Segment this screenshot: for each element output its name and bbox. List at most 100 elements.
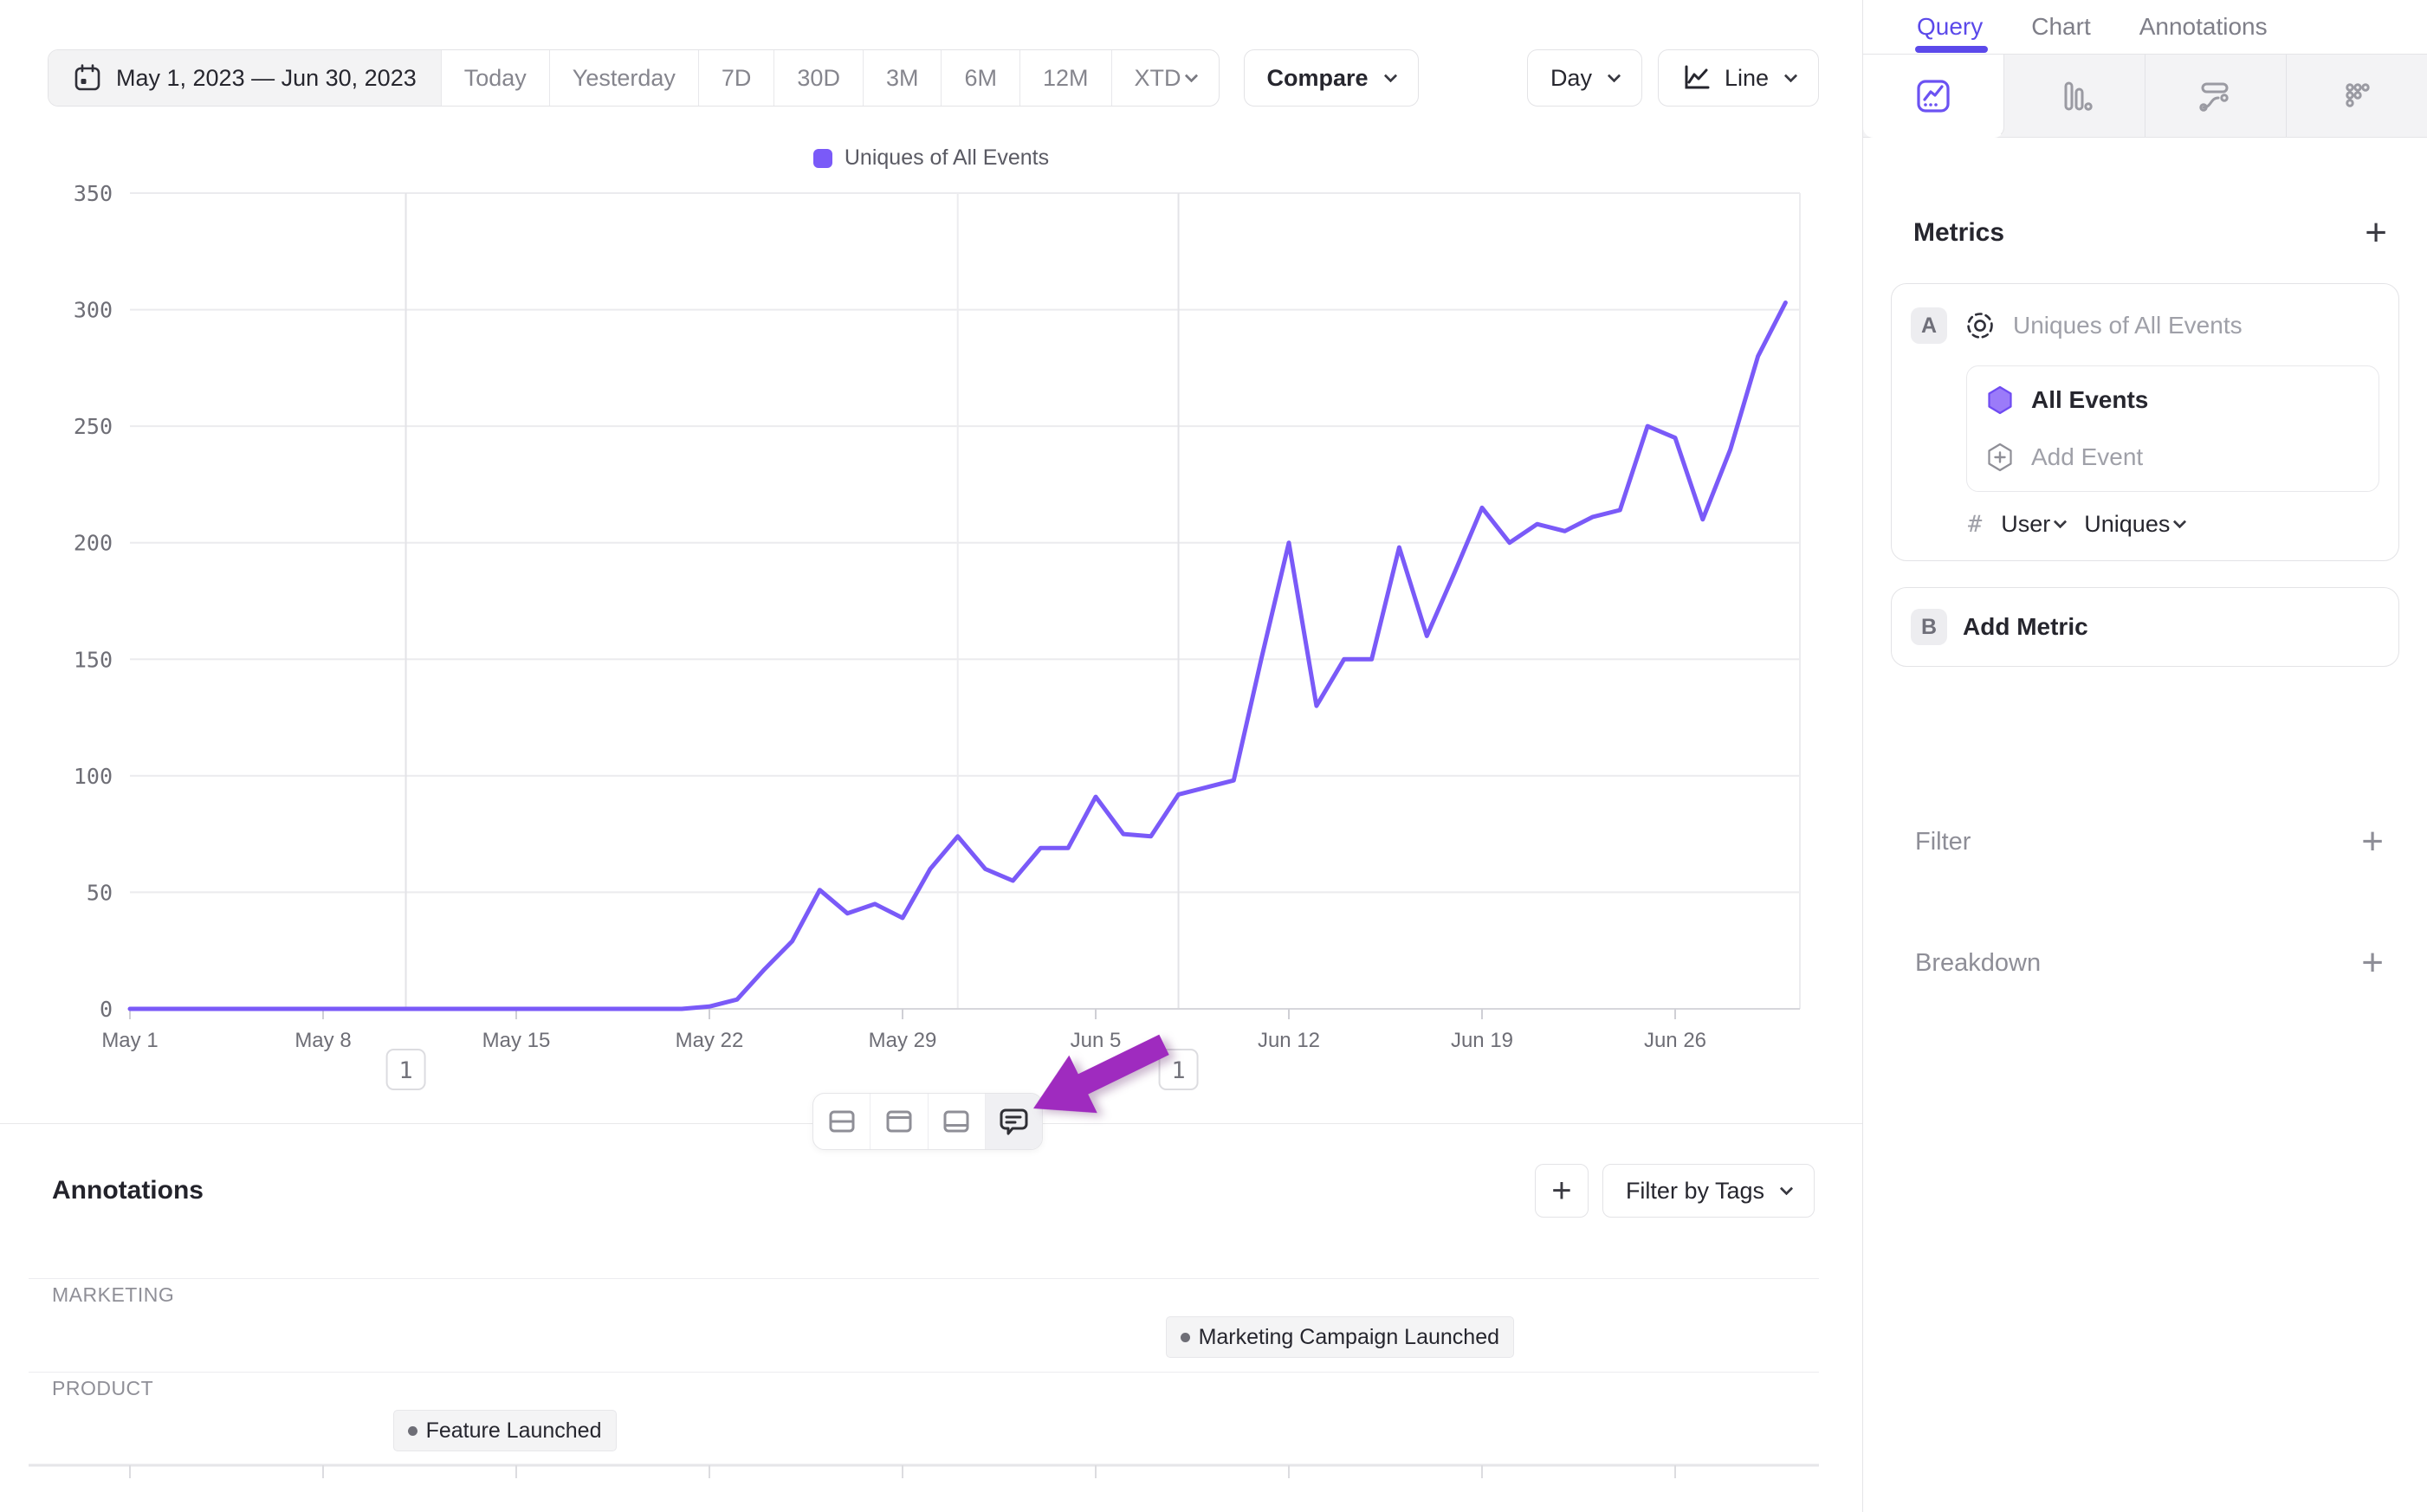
add-metric-label: Add Metric (1963, 613, 2088, 641)
tab-annotations[interactable]: Annotations (2139, 13, 2268, 41)
event-hexagon-icon (1984, 384, 2016, 416)
granularity-dropdown[interactable]: Day (1527, 49, 1642, 107)
preset-yesterday[interactable]: Yesterday (549, 50, 698, 106)
svg-text:May 1: May 1 (101, 1029, 158, 1052)
layout-bottom-panel-icon (939, 1104, 974, 1139)
metric-name: Uniques of All Events (2013, 312, 2243, 339)
event-card: All Events Add Event (1966, 365, 2379, 492)
preset-xtd-dropdown[interactable]: XTD (1111, 50, 1219, 106)
add-filter-plus-icon[interactable]: + (2361, 823, 2384, 861)
add-event-hexagon-icon (1984, 442, 2016, 473)
view-tab-insights[interactable] (1863, 55, 2004, 138)
annotation-dot-icon (1181, 1333, 1190, 1342)
annotations-title: Annotations (52, 1176, 204, 1205)
query-panel: Metrics + A Uniques of All Events All Ev… (1863, 138, 2427, 982)
chevron-down-icon (1383, 68, 1397, 82)
insights-chart-icon (1913, 76, 1953, 116)
layout-toolbar (812, 1093, 1043, 1150)
legend-label: Uniques of All Events (845, 145, 1049, 171)
compare-label: Compare (1267, 65, 1369, 92)
metric-card-b-add[interactable]: B Add Metric (1891, 587, 2399, 667)
metric-letter-badge: A (1911, 307, 1947, 344)
layout-top-panel-icon (882, 1104, 916, 1139)
preset-7d[interactable]: 7D (698, 50, 774, 106)
svg-text:50: 50 (87, 880, 113, 905)
chart-legend[interactable]: Uniques of All Events (0, 145, 1862, 171)
metric-card-a[interactable]: A Uniques of All Events All Events (1891, 283, 2399, 561)
calendar-icon (73, 63, 102, 93)
lane-divider (29, 1372, 1819, 1373)
metric-letter-badge: B (1911, 609, 1947, 645)
chart-toolbar: May 1, 2023 — Jun 30, 2023 Today Yesterd… (48, 49, 1819, 107)
report-main: 050100150200250300350May 1May 8May 15May… (0, 0, 1862, 1512)
svg-text:May 8: May 8 (294, 1029, 351, 1052)
svg-text:May 22: May 22 (676, 1029, 744, 1052)
layout-bottom-panel-button[interactable] (928, 1094, 985, 1149)
svg-text:May 15: May 15 (482, 1029, 551, 1052)
lane-label-product: PRODUCT (52, 1377, 153, 1400)
preset-6m[interactable]: 6M (941, 50, 1019, 106)
layout-split-horizontal-icon (825, 1104, 859, 1139)
annotations-header: Annotations + Filter by Tags (52, 1164, 1815, 1218)
event-row-add-event[interactable]: Add Event (1984, 429, 2361, 486)
breakdown-label: Breakdown (1915, 949, 2041, 978)
flows-icon (2196, 76, 2236, 116)
event-row-all-events[interactable]: All Events (1984, 372, 2361, 429)
agg-entity-dropdown[interactable]: User (2001, 511, 2065, 538)
view-tab-retention[interactable] (2286, 55, 2427, 137)
agg-entity-label: User (2001, 511, 2050, 538)
layout-split-horizontal-button[interactable] (813, 1094, 870, 1149)
chevron-down-icon (1780, 1181, 1794, 1195)
hash-icon: # (1968, 511, 1982, 538)
query-sidebar: Query Chart Annotations (1862, 0, 2427, 1512)
chart-display-controls: Day Line (1527, 49, 1819, 107)
chevron-down-icon (2173, 515, 2187, 529)
layout-top-panel-button[interactable] (870, 1094, 927, 1149)
add-event-label: Add Event (2031, 443, 2143, 471)
filter-by-tags-label: Filter by Tags (1626, 1178, 1764, 1205)
add-annotation-button[interactable]: + (1535, 1164, 1589, 1218)
preset-12m[interactable]: 12M (1019, 50, 1111, 106)
svg-text:May 29: May 29 (869, 1029, 937, 1052)
date-range-group: May 1, 2023 — Jun 30, 2023 Today Yesterd… (48, 49, 1220, 107)
add-breakdown-plus-icon[interactable]: + (2361, 944, 2384, 982)
line-chart-icon (1681, 62, 1712, 94)
annotation-badge-product[interactable]: Feature Launched (393, 1410, 617, 1451)
svg-text:100: 100 (74, 764, 113, 789)
svg-text:Jun 19: Jun 19 (1451, 1029, 1513, 1052)
preset-xtd-label: XTD (1135, 65, 1181, 92)
view-tab-bars[interactable] (2004, 55, 2145, 137)
chevron-down-icon (1184, 68, 1198, 82)
add-metric-plus-icon[interactable]: + (2365, 214, 2387, 252)
lane-divider (29, 1278, 1819, 1279)
svg-text:350: 350 (74, 181, 113, 206)
tab-chart[interactable]: Chart (2031, 13, 2090, 41)
metrics-title: Metrics (1913, 218, 2004, 248)
lane-label-marketing: MARKETING (52, 1283, 174, 1307)
chart-type-dropdown[interactable]: Line (1658, 49, 1819, 107)
agg-method-dropdown[interactable]: Uniques (2084, 511, 2184, 538)
filter-by-tags-dropdown[interactable]: Filter by Tags (1602, 1164, 1815, 1218)
annotation-dot-icon (408, 1426, 417, 1436)
metric-a-row: A Uniques of All Events (1911, 301, 2379, 350)
sidebar-tabs: Query Chart Annotations (1863, 0, 2427, 54)
view-tab-flows[interactable] (2145, 55, 2286, 137)
chevron-down-icon (1784, 68, 1798, 82)
metric-settings-icon[interactable] (1963, 308, 1997, 343)
legend-swatch (813, 149, 832, 168)
comment-icon (995, 1103, 1032, 1140)
compare-button[interactable]: Compare (1244, 49, 1419, 107)
preset-today[interactable]: Today (441, 50, 549, 106)
svg-text:300: 300 (74, 298, 113, 323)
annotation-count-badge[interactable]: 1 (387, 1050, 425, 1089)
filter-label: Filter (1915, 828, 1971, 856)
annotation-badge-marketing[interactable]: Marketing Campaign Launched (1166, 1316, 1514, 1358)
aggregation-row: # User Uniques (1968, 511, 2379, 538)
tab-query[interactable]: Query (1917, 13, 1983, 41)
preset-30d[interactable]: 30D (773, 50, 863, 106)
dots-grid-icon (2337, 76, 2377, 116)
date-range-picker[interactable]: May 1, 2023 — Jun 30, 2023 (49, 50, 441, 106)
breakdown-row: Breakdown + (1891, 944, 2399, 982)
preset-3m[interactable]: 3M (863, 50, 942, 106)
annotations-timeline-axis (0, 1464, 1862, 1483)
